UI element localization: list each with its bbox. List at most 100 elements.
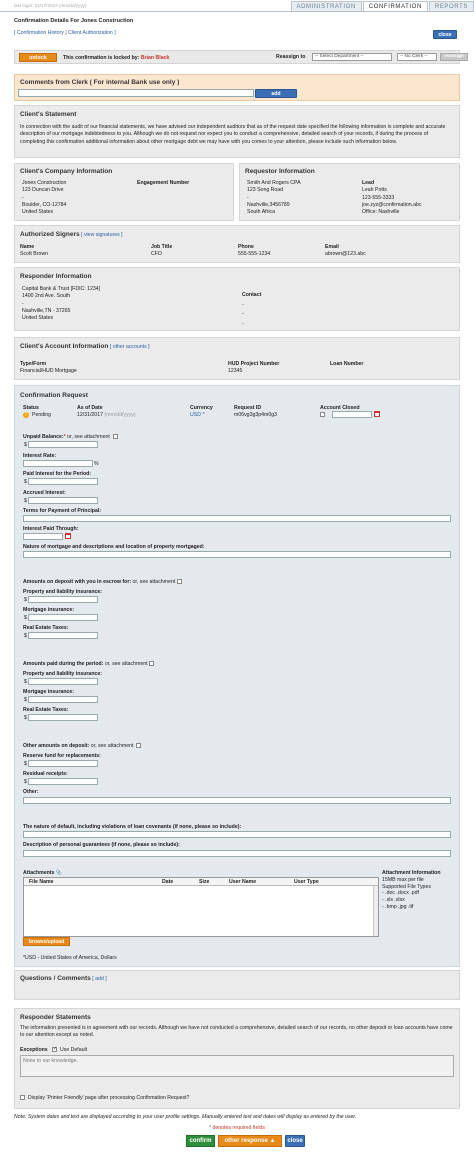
account-header-loan: Loan Number [330,361,364,367]
dollar-sign: $ [24,498,27,504]
period-prop-input[interactable] [28,678,98,685]
clerk-select[interactable]: -- No Clerk -- [397,53,437,61]
close-button-bottom[interactable]: close [285,1135,305,1147]
paid-through-input[interactable] [23,533,63,540]
responder-statements-title: Responder Statements [20,1014,91,1021]
tab-reports[interactable]: REPORTS [428,1,474,11]
escrow-mort-input[interactable] [28,614,98,621]
paid-interest-input[interactable] [28,478,98,485]
add-comment-button[interactable]: add [255,89,297,98]
tab-confirmation[interactable]: CONFIRMATION [362,1,428,11]
nature-input[interactable] [23,551,451,558]
account-hud: 12345 [228,368,243,374]
residual-input[interactable] [28,778,98,785]
asof-label: As of Date [77,405,103,411]
attachments-scrollbar[interactable] [373,886,378,936]
department-select[interactable]: -- Select Department -- [312,53,392,61]
escrow-attachment-checkbox[interactable] [177,579,182,584]
company-title: Client's Company Information [20,168,113,175]
interest-rate-input[interactable] [23,460,93,467]
dollar-sign: $ [24,715,27,721]
other-response-button[interactable]: other response ▲ [218,1135,282,1147]
period-prop-label: Property and liability insurance: [23,671,102,677]
calendar-icon[interactable] [65,533,71,539]
reassign-button[interactable]: reassign [440,53,468,61]
terms-input[interactable] [23,515,451,522]
dollar-sign: $ [24,697,27,703]
last-login: last login: 01/17/2023 (mm/dd/yyyy) [14,3,87,8]
footer-note: Note: System dates and text are displaye… [14,1114,357,1120]
responder-line: 1400 2nd Ave. South [22,293,71,300]
tab-administration[interactable]: ADMINISTRATION [290,1,362,11]
breadcrumb-links: [ Confirmation History | Client Authoriz… [14,30,116,36]
col-date: Date [162,879,174,885]
attachment-info-line: - .xls .xlsx [382,897,405,904]
responder-address: Capital Bank & Trust [FDIC: 1234] 1400 2… [22,286,100,322]
other-deposit-attachment-checkbox[interactable] [136,743,141,748]
browse-upload-button[interactable]: browse/upload [23,937,70,946]
other-deposit-label: Other amounts on deposit: or, see attach… [23,743,133,749]
page-title: Confirmation Details For Jones Construct… [14,18,134,24]
responder-line: Nashville,TN - 37265 [22,307,71,314]
period-tax-input[interactable] [28,714,98,721]
client-authorization-link[interactable]: Client Authorization [68,30,113,36]
escrow-label: Amounts on deposit with you in escrow fo… [23,579,175,585]
unpaid-label: Unpaid Balance:* or, see attachment [23,434,110,440]
questions-header: Questions / Comments [ add ] [20,975,107,982]
period-mort-input[interactable] [28,696,98,703]
client-statement-section: Client's Statement In connection with th… [14,105,460,158]
escrow-prop-input[interactable] [28,596,98,603]
comment-input[interactable] [18,89,254,97]
exceptions-textarea[interactable]: None to our knowledge. [20,1055,454,1077]
other-deposit-text: Other amounts on deposit: [23,743,90,749]
add-question-link[interactable]: add [95,976,104,982]
account-closed-date-input[interactable] [332,411,372,418]
status-value: Pending [32,412,52,418]
paperclip-icon[interactable]: 📎 [56,870,62,876]
unpaid-attachment-checkbox[interactable] [113,434,118,439]
unpaid-balance-input[interactable] [28,441,98,448]
requestor-address: Smith And Rogers CPA 123 Song Road - Nas… [247,180,301,216]
accrued-interest-input[interactable] [28,497,98,504]
use-default-checkbox[interactable]: ✓ [52,1047,57,1052]
questions-section: Questions / Comments [ add ] [14,970,460,1000]
signer-title: CFO [151,251,162,257]
requestor-line: - [247,194,249,201]
pending-icon: ! [23,412,29,418]
statement-text: In connection with the audit of our fina… [20,124,446,145]
close-button-top[interactable]: close [433,30,457,39]
reserve-input[interactable] [28,760,98,767]
view-signatures-link[interactable]: view signatures [84,232,120,238]
escrow-tax-input[interactable] [28,632,98,639]
responder-line: United States [22,315,54,322]
signer-name: Scott Brown [20,251,48,257]
dollar-sign: $ [24,761,27,767]
responder-statement-text: The information presented is in agreemen… [20,1025,453,1039]
contact-line: - [242,320,244,327]
printer-friendly-checkbox[interactable] [20,1095,25,1100]
dollar-sign: $ [24,679,27,685]
responder-statements-section: Responder Statements The information pre… [14,1008,460,1109]
confirm-button[interactable]: confirm [186,1135,215,1147]
responder-line: - [22,300,24,307]
dollar-sign: $ [24,615,27,621]
default-input[interactable] [23,831,451,838]
period-tax-label: Real Estate Taxes: [23,707,69,713]
dollar-sign: $ [24,597,27,603]
calendar-icon[interactable] [374,411,380,417]
other-accounts-link[interactable]: other accounts [113,344,147,350]
lock-text: This confirmation is locked by: Brian Bl… [63,55,169,61]
currency-link[interactable]: USD * [190,412,204,418]
dollar-sign: $ [24,779,27,785]
account-closed-checkbox[interactable] [320,412,325,417]
unlock-button[interactable]: unlock [19,53,57,62]
other-input[interactable] [23,797,451,804]
guarantees-input[interactable] [23,850,451,857]
dollar-sign: $ [24,633,27,639]
attachments-label: Attachments 📎 [23,870,62,876]
signer-email: abrown@123.abc [325,251,366,257]
paid-period-attachment-checkbox[interactable] [149,661,154,666]
top-bar: last login: 01/17/2023 (mm/dd/yyyy) ADMI… [0,0,474,12]
confirmation-history-link[interactable]: Confirmation History [17,30,64,36]
default-label: The nature of default, including violati… [23,824,242,830]
